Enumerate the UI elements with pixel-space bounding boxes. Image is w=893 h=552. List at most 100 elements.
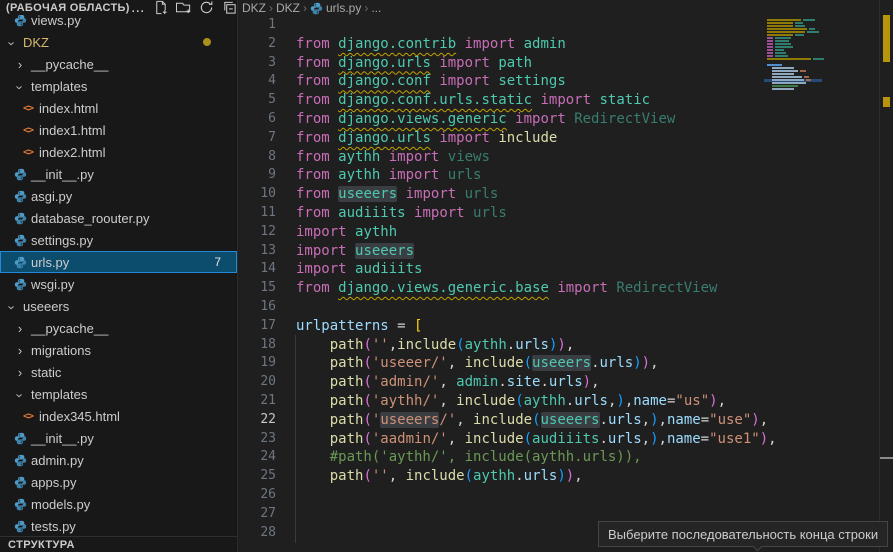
code-line-14[interactable]: import audiiits xyxy=(296,260,821,279)
code-token: ( xyxy=(524,355,532,371)
tree-item-admin-py[interactable]: admin.py xyxy=(0,449,237,471)
code-line-17[interactable]: urlpatterns = [ xyxy=(296,317,821,336)
code-line-9[interactable]: from aythh import urls xyxy=(296,166,821,185)
python-file-icon xyxy=(12,212,28,225)
tree-item-index345-html[interactable]: <>index345.html xyxy=(0,405,237,427)
code-token: name xyxy=(633,393,667,409)
python-file-icon xyxy=(12,498,28,511)
tree-item-index2-html[interactable]: <>index2.html xyxy=(0,141,237,163)
tree-item-asgi-py[interactable]: asgi.py xyxy=(0,185,237,207)
tree-item-urls-py[interactable]: urls.py7 xyxy=(0,251,237,273)
python-file-icon xyxy=(12,432,28,445)
collapse-folders-icon[interactable] xyxy=(222,0,238,16)
code-token: path xyxy=(330,355,364,371)
overview-ruler[interactable] xyxy=(880,0,893,552)
outline-section-header[interactable]: СТРУКТУРА xyxy=(0,536,237,552)
code-content[interactable]: from django.contrib import adminfrom dja… xyxy=(296,16,821,542)
code-line-16[interactable] xyxy=(296,298,821,317)
breadcrumb-item[interactable]: ... xyxy=(371,1,381,15)
tree-item-models-py[interactable]: models.py xyxy=(0,493,237,515)
tree-item-dkz[interactable]: ›DKZ xyxy=(0,31,237,53)
code-line-8[interactable]: from aythh import views xyxy=(296,148,821,167)
python-file-icon xyxy=(12,14,28,27)
code-line-11[interactable]: from audiiits import urls xyxy=(296,204,821,223)
code-line-24[interactable]: #path('aythh/', include(aythh.urls)), xyxy=(296,448,821,467)
tree-item-apps-py[interactable]: apps.py xyxy=(0,471,237,493)
minimap-line xyxy=(772,85,798,87)
tree-item-templates[interactable]: ›templates xyxy=(0,383,237,405)
line-number: 16 xyxy=(238,298,276,317)
tree-item--init-py[interactable]: __init__.py xyxy=(0,427,237,449)
code-line-22[interactable]: path('useeers/', include(useeers.urls,),… xyxy=(296,411,821,430)
code-token: admin xyxy=(456,374,498,390)
tree-item-migrations[interactable]: ›migrations xyxy=(0,339,237,361)
code-token: ) xyxy=(751,412,759,428)
cursor-position-marker xyxy=(880,457,893,459)
tree-item-label: static xyxy=(31,365,61,380)
code-token: path xyxy=(498,55,532,71)
tree-item-index1-html[interactable]: <>index1.html xyxy=(0,119,237,141)
code-token xyxy=(380,149,388,165)
code-token: from xyxy=(296,149,338,165)
code-line-3[interactable]: from django.urls import path xyxy=(296,54,821,73)
code-token: import xyxy=(296,261,347,277)
code-line-4[interactable]: from django.conf import settings xyxy=(296,72,821,91)
minimap[interactable] xyxy=(764,16,822,126)
code-token xyxy=(515,36,523,52)
tree-item-index-html[interactable]: <>index.html xyxy=(0,97,237,119)
code-line-6[interactable]: from django.views.generic import Redirec… xyxy=(296,110,821,129)
code-line-7[interactable]: from django.urls import include xyxy=(296,129,821,148)
code-line-21[interactable]: path('aythh/', include(aythh.urls,),name… xyxy=(296,392,821,411)
code-line-18[interactable]: path('',include(aythh.urls)), xyxy=(296,336,821,355)
code-token: = xyxy=(701,412,709,428)
minimap-line xyxy=(767,37,773,39)
tree-item-useeers[interactable]: ›useeers xyxy=(0,295,237,317)
tree-item--init-py[interactable]: __init__.py xyxy=(0,163,237,185)
code-line-19[interactable]: path('useeer/', include(useeers.urls)), xyxy=(296,354,821,373)
minimap-line xyxy=(795,25,805,27)
breadcrumb-item[interactable]: DKZ xyxy=(242,1,266,15)
modified-dot xyxy=(203,38,211,46)
code-line-1[interactable] xyxy=(296,16,821,35)
tree-item-settings-py[interactable]: settings.py xyxy=(0,229,237,251)
code-token: import xyxy=(296,224,347,240)
code-line-10[interactable]: from useeers import urls xyxy=(296,185,821,204)
code-token: views xyxy=(448,149,490,165)
code-token: import xyxy=(296,243,347,259)
code-line-12[interactable]: import aythh xyxy=(296,223,821,242)
code-line-20[interactable]: path('admin/', admin.site.urls), xyxy=(296,373,821,392)
code-line-5[interactable]: from django.conf.urls.static import stat… xyxy=(296,91,821,110)
code-token: import xyxy=(389,149,440,165)
code-token: ) xyxy=(583,374,591,390)
tree-item--pycache-[interactable]: ›__pycache__ xyxy=(0,53,237,75)
refresh-explorer-icon[interactable] xyxy=(199,0,215,16)
code-line-13[interactable]: import useeers xyxy=(296,242,821,261)
new-folder-icon[interactable] xyxy=(176,0,192,16)
more-actions-icon[interactable]: ... xyxy=(130,0,146,16)
code-line-2[interactable]: from django.contrib import admin xyxy=(296,35,821,54)
code-line-23[interactable]: path('aadmin/', include(audiiits.urls,),… xyxy=(296,430,821,449)
code-token: urls xyxy=(465,186,499,202)
tree-item-templates[interactable]: ›templates xyxy=(0,75,237,97)
new-file-icon[interactable] xyxy=(153,0,169,16)
tree-item-tests-py[interactable]: tests.py xyxy=(0,515,237,537)
code-token: audiiits xyxy=(532,431,599,447)
code-line-26[interactable] xyxy=(296,486,821,505)
code-token: aythh xyxy=(338,167,380,183)
code-line-15[interactable]: from django.views.generic.base import Re… xyxy=(296,279,821,298)
code-token: import xyxy=(540,92,591,108)
tree-item--pycache-[interactable]: ›__pycache__ xyxy=(0,317,237,339)
code-line-25[interactable]: path('', include(aythh.urls)), xyxy=(296,467,821,486)
line-number: 27 xyxy=(238,505,276,524)
tree-item-wsgi-py[interactable]: wsgi.py xyxy=(0,273,237,295)
tree-item-static[interactable]: ›static xyxy=(0,361,237,383)
minimap-line xyxy=(772,76,802,78)
breadcrumb-item[interactable]: urls.py xyxy=(326,1,361,15)
breadcrumb-item[interactable]: DKZ xyxy=(276,1,300,15)
tree-item-database-roouter-py[interactable]: database_roouter.py xyxy=(0,207,237,229)
tooltip-text: Выберите последовательность конца строки xyxy=(608,527,878,542)
code-token: from xyxy=(296,55,338,71)
code-token xyxy=(296,374,330,390)
line-number: 3 xyxy=(238,54,276,73)
line-number: 25 xyxy=(238,467,276,486)
